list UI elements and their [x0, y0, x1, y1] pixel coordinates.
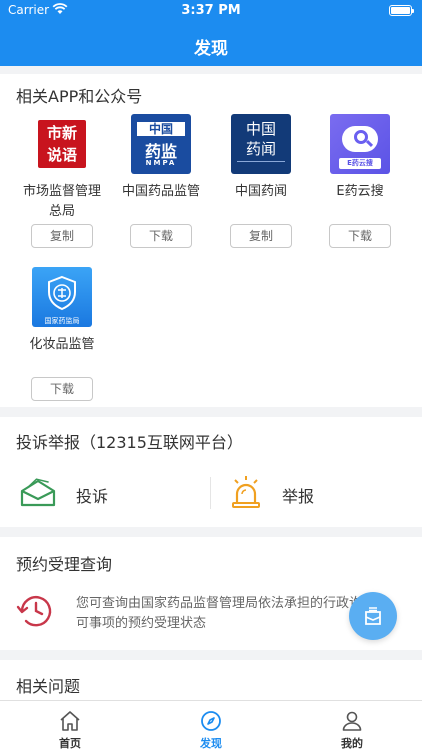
- apps-section: 相关APP和公众号 市新 说语 市场监督管理总局 复制 中国 药监 NMPA 中国…: [0, 74, 422, 407]
- app-name: E药云搜: [336, 184, 384, 199]
- faq-section[interactable]: 相关问题: [0, 660, 422, 700]
- divider: [210, 477, 211, 509]
- alarm-icon: [232, 476, 260, 508]
- app-name: 市场监督管理总局: [22, 184, 101, 219]
- status-bar: Carrier 3:37 PM: [0, 0, 422, 22]
- faq-section-title: 相关问题: [16, 677, 81, 696]
- report-button[interactable]: 举报: [230, 473, 410, 513]
- page-title: 发现: [194, 39, 228, 59]
- tab-label: 首页: [59, 737, 81, 750]
- tab-label: 我的: [341, 737, 363, 750]
- download-button[interactable]: 下载: [130, 224, 192, 248]
- app-item-china-drug-news[interactable]: 中国 药闻 中国药闻 复制: [215, 114, 307, 248]
- home-icon: [60, 711, 80, 731]
- tab-discover[interactable]: 发现: [141, 701, 281, 750]
- complaint-section-title: 投诉举报（12315互联网平台）: [16, 433, 243, 452]
- nmpa-logo: 中国 药监 NMPA: [131, 114, 191, 174]
- complaint-section: 投诉举报（12315互联网平台） 投诉 举报: [0, 417, 422, 527]
- tab-label: 发现: [200, 737, 222, 750]
- app-item-e-drug-cloud-search[interactable]: E药云搜 E药云搜 下载: [314, 114, 406, 248]
- cloud-search-logo: E药云搜: [330, 114, 390, 174]
- compass-icon: [201, 711, 221, 731]
- envelope-icon: [20, 478, 56, 507]
- complaint-label: 投诉: [76, 487, 109, 506]
- app-name: 中国药品监管: [121, 184, 200, 199]
- app-item-cosmetics-regulation[interactable]: 国家药监局 化妆品监管 下载: [16, 267, 108, 401]
- market-supervision-logo: 市新 说语: [32, 114, 92, 174]
- drug-news-logo: 中国 药闻: [231, 114, 291, 174]
- mail-icon: [365, 607, 381, 625]
- tab-home[interactable]: 首页: [0, 701, 140, 750]
- app-name: 中国药闻: [234, 184, 287, 199]
- app-name: 化妆品监管: [29, 337, 95, 352]
- floating-message-button[interactable]: [349, 592, 397, 640]
- top-bar: Carrier 3:37 PM 发现: [0, 0, 422, 66]
- battery-icon: [389, 5, 414, 16]
- history-clock-icon: [16, 596, 52, 627]
- copy-button[interactable]: 复制: [31, 224, 93, 248]
- user-icon: [342, 711, 362, 731]
- status-time: 3:37 PM: [181, 3, 241, 18]
- app-item-china-drug-regulation[interactable]: 中国 药监 NMPA 中国药品监管 下载: [115, 114, 207, 248]
- tab-mine[interactable]: 我的: [282, 701, 422, 750]
- tab-bar: 首页 发现 我的: [0, 700, 422, 750]
- cosmetics-shield-logo: 国家药监局: [32, 267, 92, 327]
- appointment-description: 您可查询由国家药品监督管理局依法承担的行政许可事项的预约受理状态: [76, 596, 363, 631]
- complaint-button[interactable]: 投诉: [18, 473, 198, 513]
- copy-button[interactable]: 复制: [230, 224, 292, 248]
- report-label: 举报: [282, 487, 315, 506]
- download-button[interactable]: 下载: [31, 377, 93, 401]
- appointment-section-title: 预约受理查询: [16, 555, 113, 574]
- download-button[interactable]: 下载: [329, 224, 391, 248]
- apps-section-title: 相关APP和公众号: [16, 87, 143, 106]
- app-item-market-supervision[interactable]: 市新 说语 市场监督管理总局 复制: [16, 114, 108, 248]
